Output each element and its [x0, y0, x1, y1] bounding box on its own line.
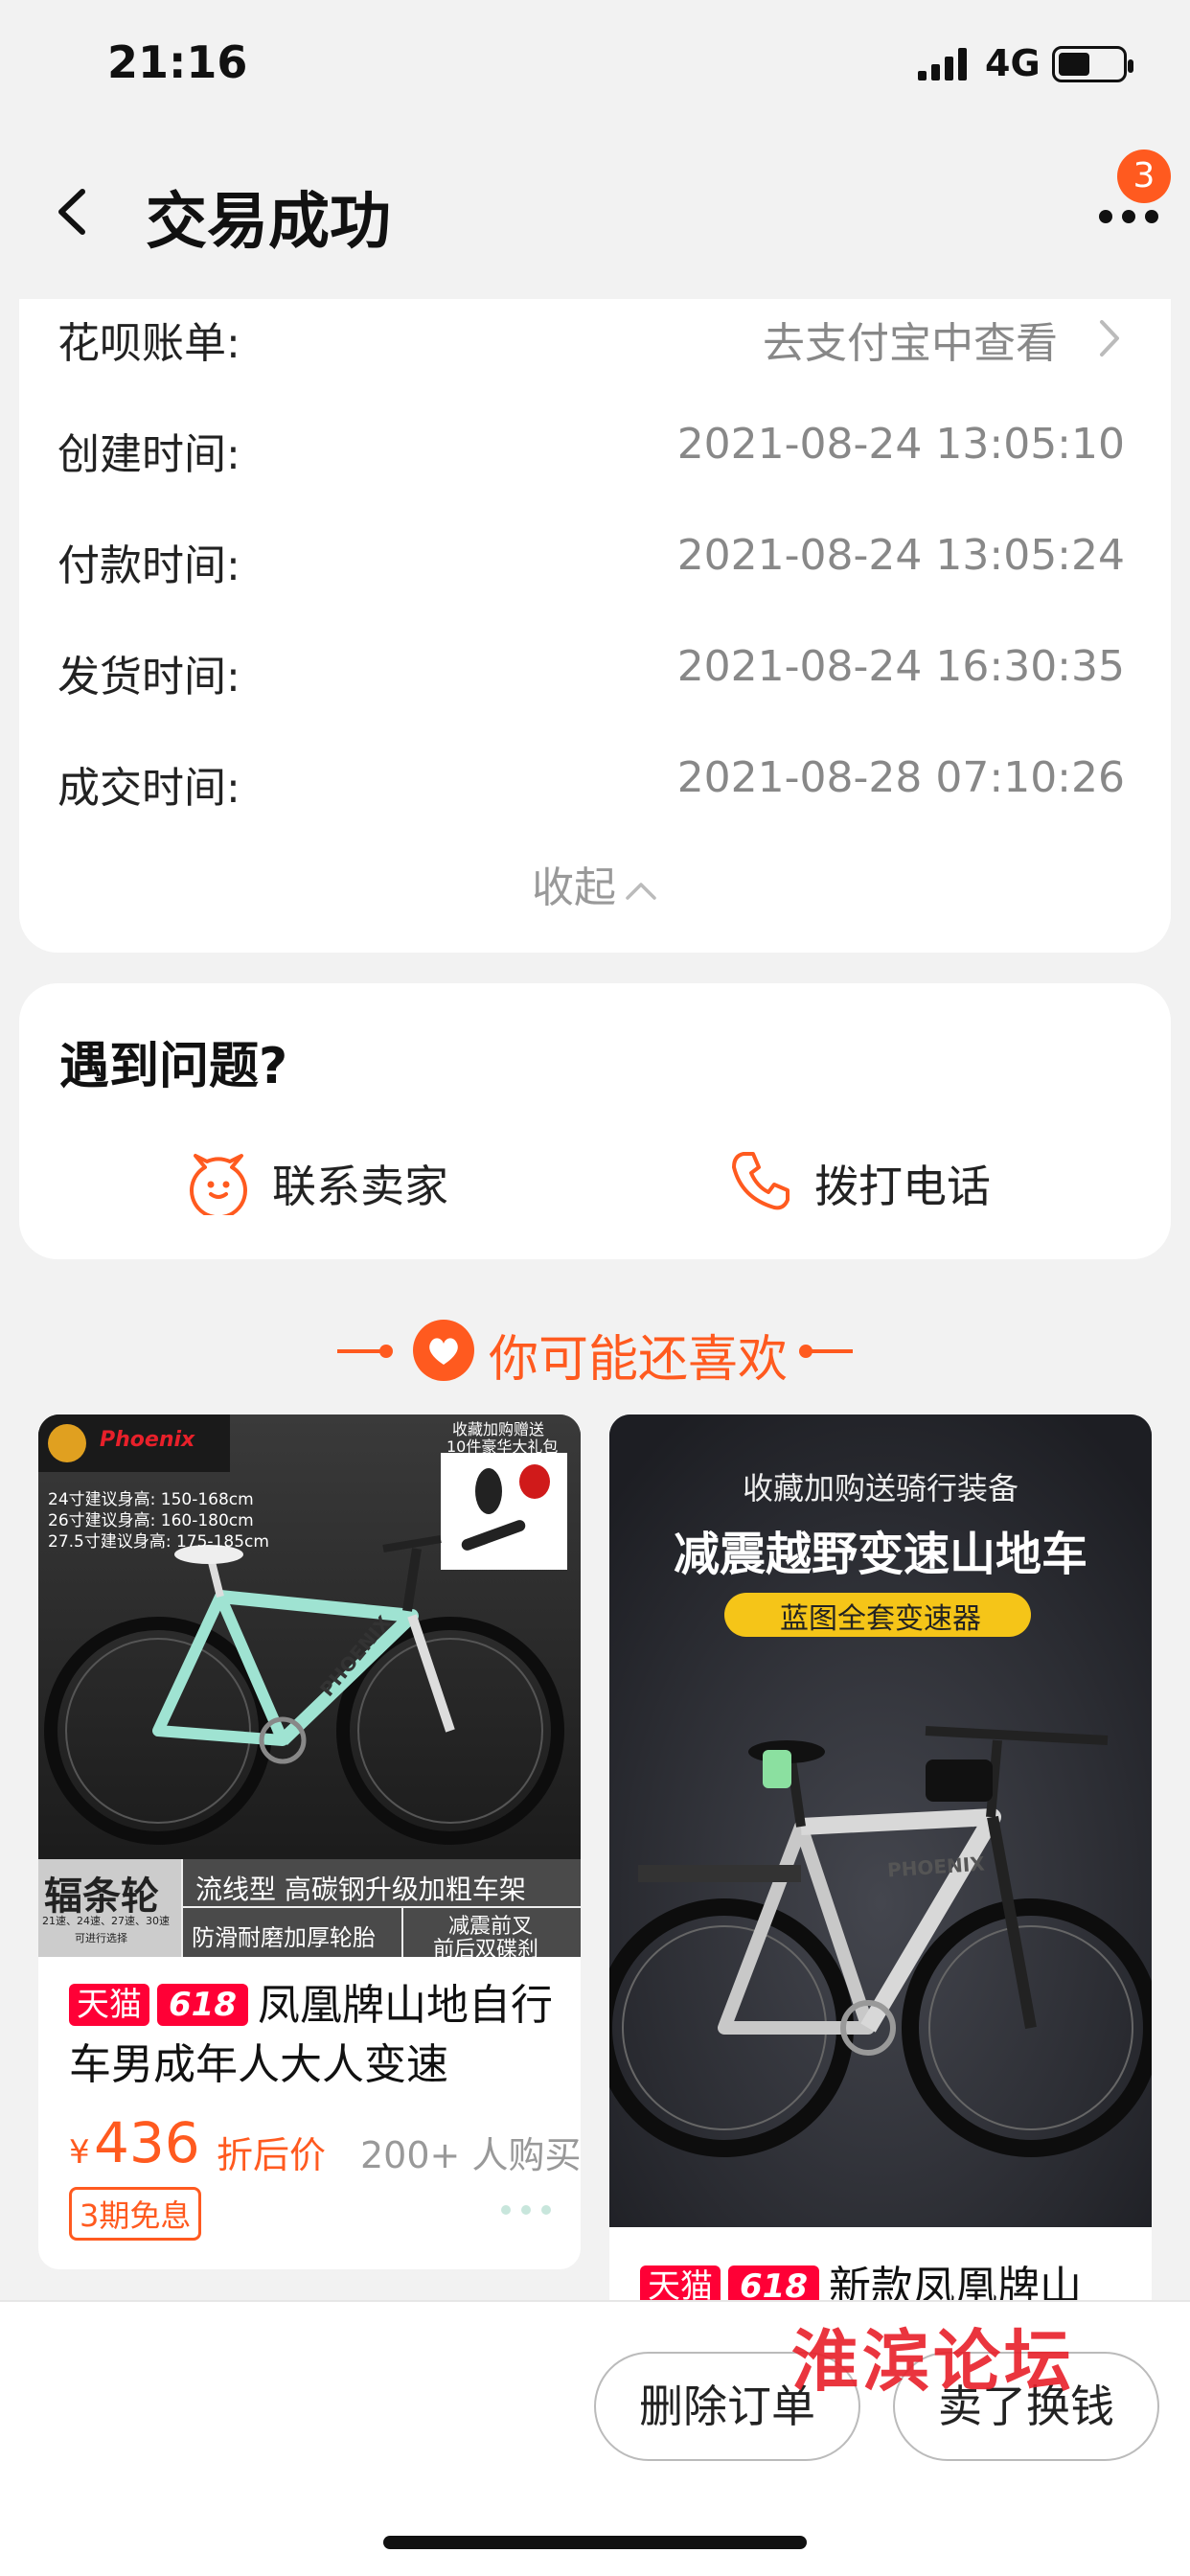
chat-face-icon — [190, 1154, 247, 1215]
product-card[interactable]: Phoenix 收藏加购赠送 10件豪华大礼包 24寸建议身高: 150-168… — [38, 1414, 581, 2269]
info-value: 去支付宝中查看 — [763, 319, 1058, 368]
info-label: 花呗账单: — [57, 319, 240, 368]
product-image: 收藏加购送骑行装备 减震越野变速山地车 蓝图全套变速器 PHOENIX — [609, 1414, 1152, 2227]
info-row-huabei[interactable]: 花呗账单: 去支付宝中查看 — [57, 299, 1125, 376]
promo-subtext: 蓝图全套变速器 — [780, 1602, 981, 1636]
notification-badge: 3 — [1117, 150, 1171, 203]
collapse-label: 收起 — [532, 863, 616, 912]
info-value: 2021-08-24 13:05:24 — [676, 531, 1125, 580]
info-value: 2021-08-24 16:30:35 — [676, 642, 1125, 691]
buy-count: 200+ 人购买 — [360, 2134, 581, 2176]
feature-text: 前后双碟刹 — [433, 1938, 539, 1962]
page-title: 交易成功 — [146, 187, 391, 258]
phone-icon — [732, 1152, 790, 1210]
network-type: 4G — [985, 42, 1041, 84]
promo-headline: 减震越野变速山地车 — [673, 1528, 1087, 1581]
status-bar: 21:16 4G — [0, 0, 1190, 125]
info-row-completed: 成交时间: 2021-08-28 07:10:26 — [57, 744, 1125, 820]
nav-bar: 交易成功 — [0, 134, 1190, 288]
size-text: 27.5寸建议身高: 175-185cm — [48, 1532, 269, 1552]
recommend-header: 你可能还喜欢 — [0, 1313, 1190, 1390]
battery-icon — [1052, 46, 1133, 82]
help-card: 遇到问题? 联系卖家 拨打电话 — [19, 983, 1171, 1259]
status-time: 21:16 — [107, 36, 248, 88]
speeds-text: 21速、24速、27速、30速 — [42, 1915, 170, 1927]
info-row-paid: 付款时间: 2021-08-24 13:05:24 — [57, 521, 1125, 598]
chevron-up-icon — [626, 883, 656, 900]
info-label: 发货时间: — [57, 653, 240, 702]
info-value: 2021-08-24 13:05:10 — [676, 420, 1125, 469]
promo-text: 收藏加购送骑行装备 — [742, 1470, 1018, 1506]
price-type: 折后价 — [217, 2134, 327, 2176]
product-image: Phoenix 收藏加购赠送 10件豪华大礼包 24寸建议身高: 150-168… — [38, 1414, 581, 1962]
price-currency: ¥ — [69, 2133, 90, 2172]
installment-badge: 3期免息 — [69, 2187, 202, 2241]
tmall-tag: 天猫 — [69, 1984, 149, 2026]
watermark: 淮滨论坛 — [791, 2321, 1075, 2401]
info-row-created: 创建时间: 2021-08-24 13:05:10 — [57, 410, 1125, 487]
signal-icon — [918, 48, 967, 80]
info-label: 创建时间: — [57, 430, 240, 479]
price-value: 436 — [94, 2110, 200, 2175]
collapse-button[interactable]: 收起 — [19, 853, 1171, 914]
speeds-text: 可进行选择 — [75, 1932, 127, 1944]
recommend-title: 你可能还喜欢 — [489, 1331, 789, 1389]
chevron-right-icon — [1100, 320, 1119, 356]
feature-text: 流线型 高碳钢升级加粗车架 — [195, 1874, 526, 1905]
more-icon — [1099, 210, 1158, 223]
back-icon[interactable] — [50, 186, 94, 238]
brand-logo-text: Phoenix — [100, 1428, 195, 1452]
promo-618-tag: 618 — [157, 1984, 248, 2026]
help-title: 遇到问题? — [59, 1038, 288, 1095]
contact-seller-label: 联系卖家 — [272, 1161, 448, 1212]
call-phone-button[interactable]: 拨打电话 — [726, 1146, 1014, 1223]
heart-icon — [413, 1320, 474, 1381]
info-value: 2021-08-28 07:10:26 — [676, 753, 1125, 802]
info-label: 付款时间: — [57, 541, 240, 590]
more-icon[interactable] — [500, 2204, 552, 2216]
info-label: 成交时间: — [57, 764, 240, 813]
home-indicator — [383, 2536, 807, 2549]
order-info-card: 花呗账单: 去支付宝中查看 创建时间: 2021-08-24 13:05:10 … — [19, 299, 1171, 953]
product-title: 天猫 618 凤凰牌山地自行车男成年人大人变速 — [69, 1976, 558, 2095]
contact-seller-button[interactable]: 联系卖家 — [184, 1146, 471, 1223]
call-phone-label: 拨打电话 — [814, 1161, 991, 1212]
gift-text: 10件豪华大礼包 — [446, 1438, 559, 1456]
feature-text: 防滑耐磨加厚轮胎 — [192, 1924, 376, 1951]
info-row-shipped: 发货时间: 2021-08-24 16:30:35 — [57, 632, 1125, 709]
product-card[interactable]: 收藏加购送骑行装备 减震越野变速山地车 蓝图全套变速器 PHOENIX 天猫 61… — [609, 1414, 1152, 2334]
